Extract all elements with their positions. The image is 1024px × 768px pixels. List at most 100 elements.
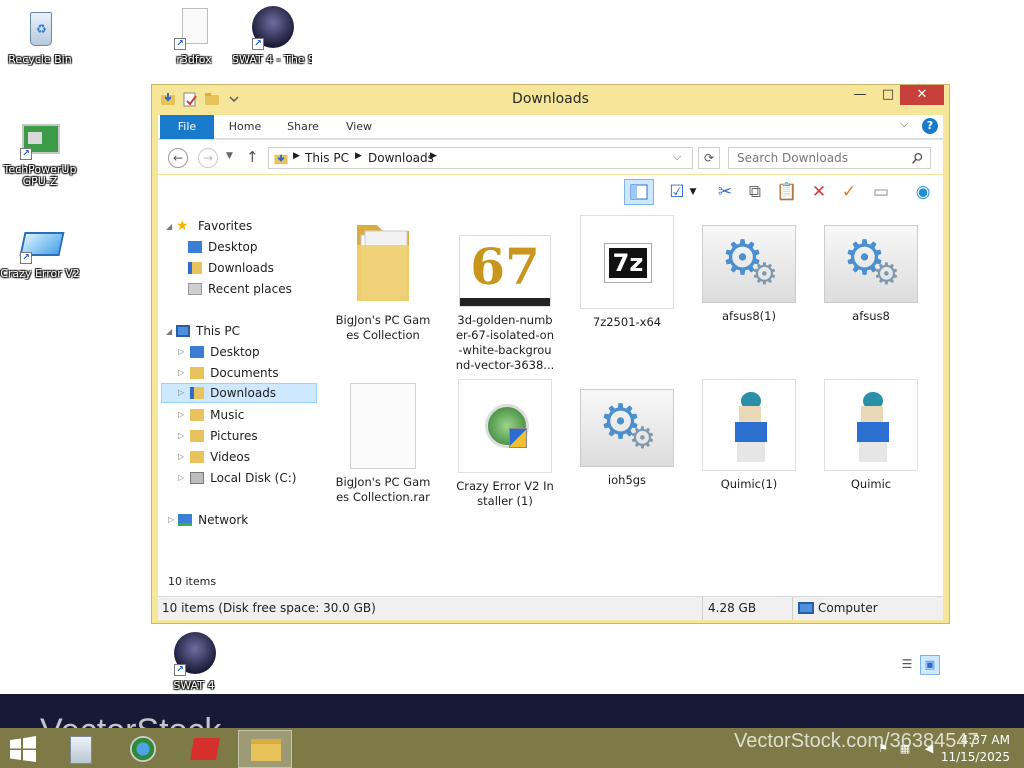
downloads-folder-icon <box>190 387 205 399</box>
crazy-error-icon: ↗ <box>18 220 65 264</box>
file-item[interactable]: Quimic <box>821 379 921 492</box>
nav-favorites-downloads[interactable]: Downloads <box>188 258 274 278</box>
status-location: Computer <box>818 601 878 615</box>
nav-favorites-desktop[interactable]: Desktop <box>188 237 258 257</box>
tab-view[interactable]: View <box>338 115 380 139</box>
clock[interactable]: 4:37 AM 11/15/2025 <box>941 732 1010 766</box>
file-item[interactable]: 7z 7z2501-x64 <box>577 215 677 330</box>
desktop-icon-r3dfox[interactable]: ↗ r3dfox <box>154 6 234 66</box>
file-name: 3d-golden-number-67-isolated-on-white-ba… <box>455 313 555 372</box>
nav-pc-music[interactable]: ▷ Music <box>178 405 244 425</box>
file-name: BigJon's PC Games Collection.rar <box>335 475 431 504</box>
taskbar-app-recycle[interactable] <box>54 730 108 768</box>
ribbon-tabs: File Home Share View ⌵ ? <box>158 115 943 139</box>
shell-icon[interactable]: ◉ <box>910 179 936 205</box>
nav-pc-pictures[interactable]: ▷ Pictures <box>178 426 258 446</box>
properties-icon[interactable]: ▭ <box>868 179 894 205</box>
star-icon: ★ <box>176 218 189 234</box>
volume-icon[interactable]: ◀ <box>922 742 936 756</box>
nav-pc-downloads[interactable]: ▷ Downloads <box>161 383 317 403</box>
game-icon: ↗ <box>250 6 294 50</box>
file-item[interactable]: Crazy Error V2 Installer (1) <box>455 379 555 509</box>
chevron-down-icon[interactable]: ▼ <box>686 179 700 205</box>
collapse-arrow-icon[interactable]: ◢ <box>166 222 172 231</box>
installer-icon <box>458 379 552 473</box>
delete-icon[interactable]: ✕ <box>806 179 832 205</box>
chevron-right-icon: ▶ <box>355 151 362 161</box>
recent-places-icon <box>188 283 202 295</box>
file-item[interactable]: BigJon's PC Games Collection.rar <box>333 379 433 505</box>
start-button[interactable] <box>8 736 38 762</box>
nav-favorites[interactable]: ★ Favorites <box>176 216 252 236</box>
desktop-icon-recycle-bin[interactable]: ♻ Recycle Bin <box>0 6 80 66</box>
flag-icon[interactable]: ⚑ <box>876 742 890 756</box>
file-item[interactable]: ⚙ ⚙ afsus8 <box>821 215 921 324</box>
back-button[interactable]: ← <box>168 148 188 168</box>
folder-icon <box>274 154 288 165</box>
preview-pane-button[interactable] <box>624 179 654 205</box>
nav-pc-videos[interactable]: ▷ Videos <box>178 447 250 467</box>
network-icon[interactable]: ▦ <box>898 742 912 756</box>
desktop-icon-label: TechPowerUp GPU-Z <box>3 164 77 188</box>
file-item[interactable]: ⚙ ⚙ ioh5gs <box>577 379 677 488</box>
nav-recent-places[interactable]: Recent places <box>188 279 292 299</box>
close-button[interactable]: ✕ <box>900 85 944 105</box>
address-bar[interactable]: ▶ This PC ▶ Downloads ▶ ⌵ <box>268 147 693 169</box>
cut-icon[interactable]: ✂ <box>712 179 738 205</box>
file-name: Quimic <box>850 477 892 491</box>
desktop-icon-swat4-stetchkov[interactable]: ↗ SWAT 4 - The Stetchkov S... <box>232 6 312 66</box>
installer-icon: 7z <box>580 215 674 309</box>
file-name: afsus8 <box>852 309 890 323</box>
chevron-right-icon: ▶ <box>430 151 437 161</box>
nav-network[interactable]: ▷ Network <box>168 510 248 530</box>
taskbar-app-file-explorer[interactable] <box>238 730 292 768</box>
paste-icon[interactable]: 📋 <box>774 179 800 205</box>
minimize-button[interactable]: — <box>846 85 874 105</box>
chevron-down-icon[interactable]: ⌵ <box>900 117 908 131</box>
chevron-right-icon: ▶ <box>293 151 300 161</box>
file-item[interactable]: BigJon's PC Games Collection <box>333 215 433 343</box>
details-view-button[interactable]: ☰ <box>898 657 916 675</box>
collapse-arrow-icon[interactable]: ◢ <box>166 327 172 336</box>
file-item[interactable]: 67 3d-golden-number-67-isolated-on-white… <box>455 215 555 373</box>
avatar-icon <box>824 379 918 471</box>
large-icons-view-button[interactable]: ▣ <box>920 655 940 675</box>
nav-pc-desktop[interactable]: ▷ Desktop <box>178 342 260 362</box>
desktop-icon-swat4[interactable]: ↗ SWAT 4 <box>154 632 234 692</box>
desktop-icon-label: SWAT 4 <box>173 680 215 692</box>
desktop-icon-crazy-error[interactable]: ↗ Crazy Error V2 <box>0 220 80 280</box>
desktop-icon-label: Crazy Error V2 <box>0 268 80 280</box>
file-explorer-icon <box>251 739 281 761</box>
breadcrumb-downloads[interactable]: Downloads <box>368 151 434 165</box>
file-item[interactable]: Quimic(1) <box>699 379 799 492</box>
help-icon[interactable]: ? <box>922 118 938 134</box>
maximize-button[interactable]: □ <box>874 85 902 105</box>
thumbnail-text: 67 <box>470 237 540 296</box>
file-name: ioh5gs <box>607 473 647 487</box>
address-dropdown-icon[interactable]: ⌵ <box>673 150 681 164</box>
search-input[interactable]: Search Downloads <box>737 151 848 165</box>
search-box[interactable]: Search Downloads <box>728 147 931 169</box>
taskbar-app-red[interactable] <box>178 730 232 768</box>
tab-share[interactable]: Share <box>280 115 326 139</box>
up-button[interactable]: ↑ <box>246 148 259 166</box>
tab-home[interactable]: Home <box>222 115 268 139</box>
file-item[interactable]: ⚙ ⚙ afsus8(1) <box>699 215 799 324</box>
desktop-icon-label: SWAT 4 - The Stetchkov S... <box>232 54 312 66</box>
desktop-icon-gpu-z[interactable]: ↗ TechPowerUp GPU-Z <box>0 116 80 188</box>
file-name: 7z2501-x64 <box>592 315 662 329</box>
folder-icon <box>351 215 415 307</box>
nav-pc-local-disk[interactable]: ▷ Local Disk (C:) <box>178 468 296 488</box>
taskbar-app-browser[interactable] <box>116 730 170 768</box>
rename-icon[interactable]: ✓ <box>836 179 862 205</box>
pictures-folder-icon <box>190 430 205 442</box>
file-name: afsus8(1) <box>722 309 776 323</box>
tab-file[interactable]: File <box>160 115 214 139</box>
nav-pc-documents[interactable]: ▷ Documents <box>178 363 279 383</box>
nav-this-pc[interactable]: This PC <box>176 321 240 341</box>
breadcrumb-this-pc[interactable]: This PC <box>305 151 349 165</box>
forward-button[interactable]: → <box>198 148 218 168</box>
recent-locations-dropdown[interactable]: ▼ <box>226 151 233 161</box>
refresh-button[interactable]: ⟳ <box>698 147 720 169</box>
copy-icon[interactable]: ⧉ <box>742 179 768 205</box>
